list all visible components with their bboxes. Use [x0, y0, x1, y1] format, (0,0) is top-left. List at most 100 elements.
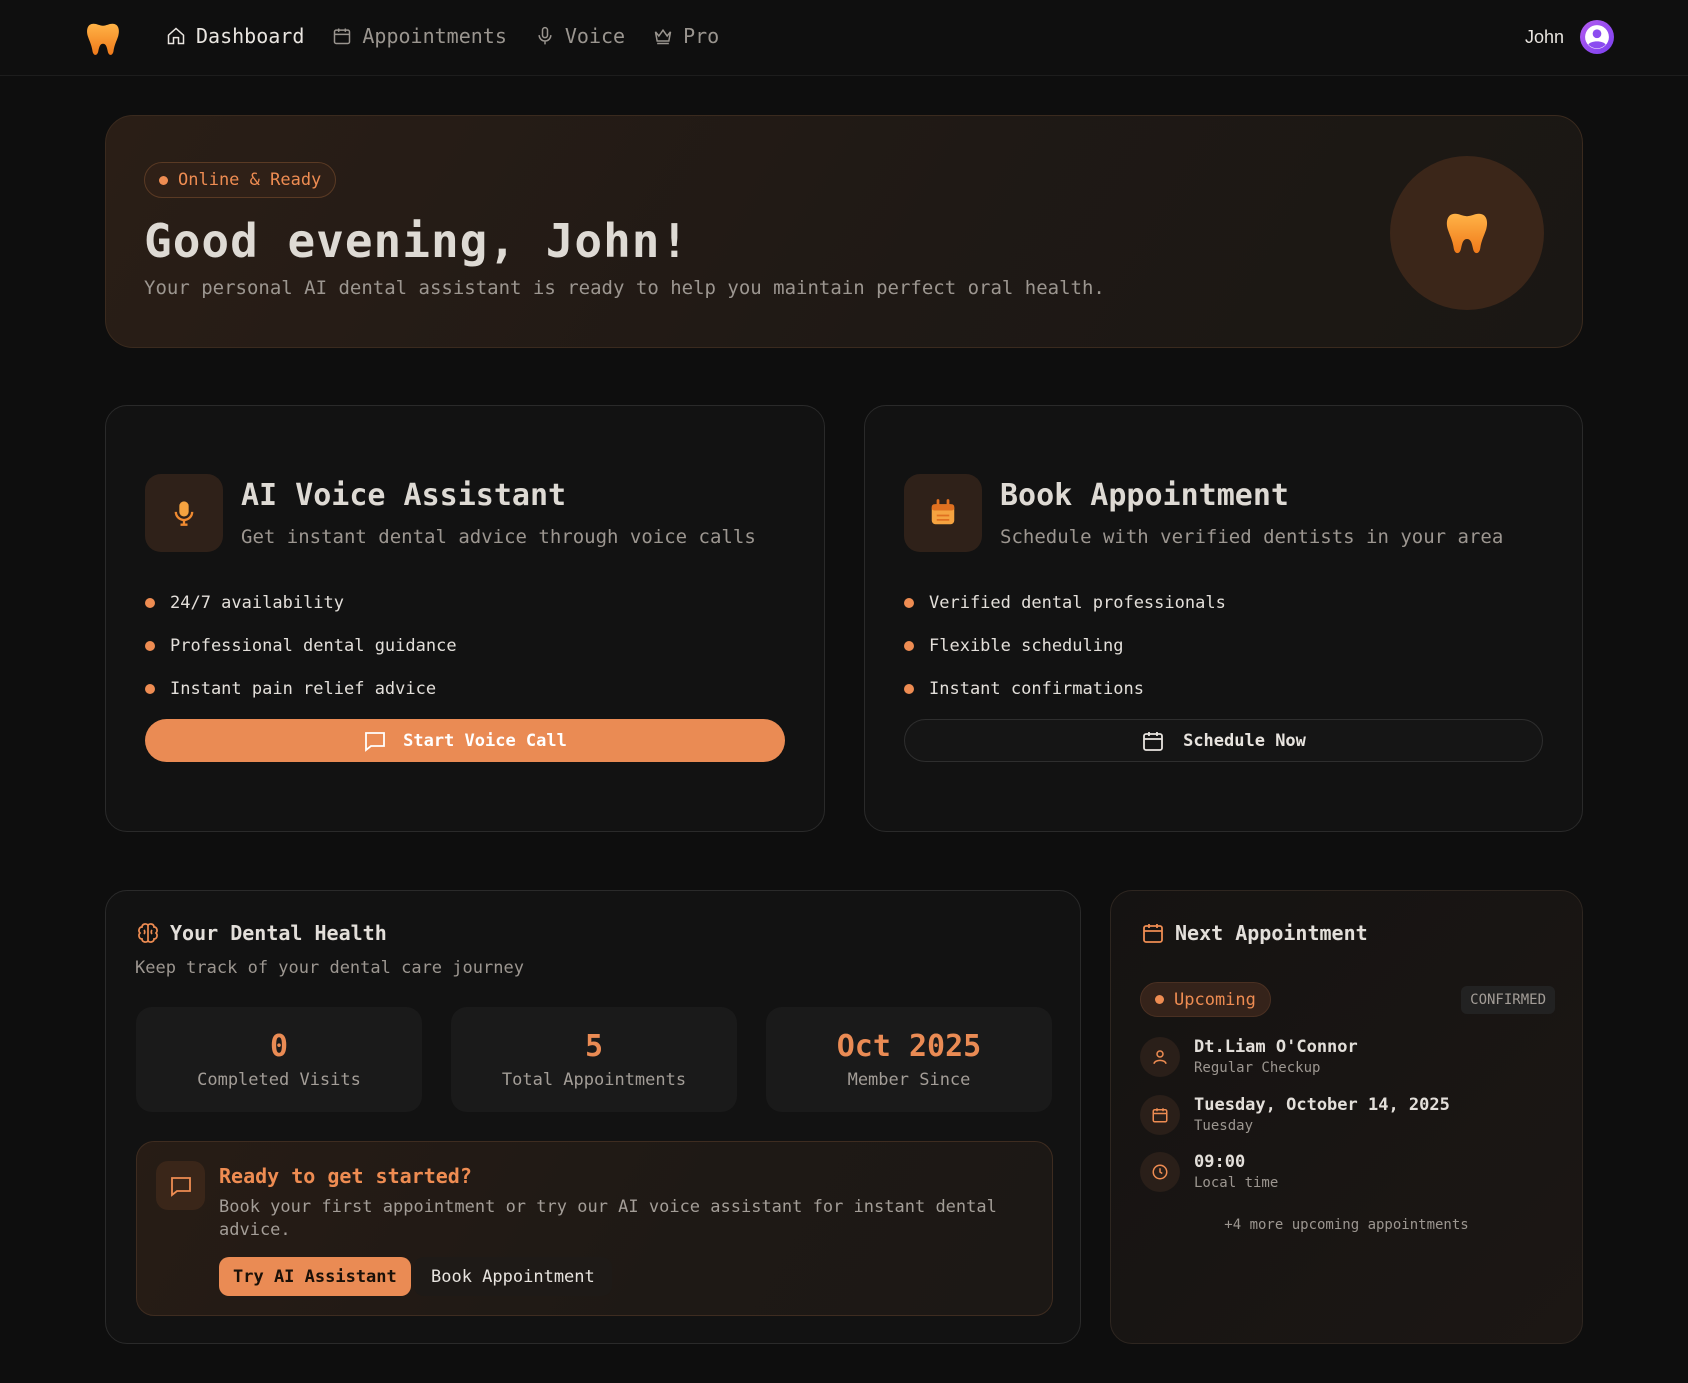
appointment-time-row: 09:00 Local time	[1140, 1152, 1278, 1192]
stat-value: 5	[584, 1029, 604, 1064]
welcome-banner: Online & Ready Good evening, John! Your …	[105, 115, 1583, 348]
brain-icon	[138, 923, 158, 943]
confirmed-badge: CONFIRMED	[1461, 986, 1555, 1014]
appointment-time: 09:00	[1194, 1152, 1246, 1172]
calendar-tile	[904, 474, 982, 552]
calendar-icon	[1152, 1108, 1168, 1123]
schedule-now-button[interactable]: Schedule Now	[904, 719, 1543, 762]
stat-label: Total Appointments	[501, 1070, 687, 1090]
list-item: 24/7 availability	[145, 581, 457, 624]
tooth-logo-icon[interactable]	[84, 20, 122, 58]
person-icon-wrap	[1140, 1037, 1180, 1077]
nav-appointments[interactable]: Appointments	[332, 24, 507, 48]
voice-feature-list: 24/7 availability Professional dental gu…	[145, 581, 457, 710]
chat-bubble-icon	[170, 1176, 191, 1197]
schedule-now-label: Schedule Now	[1183, 730, 1306, 751]
feature-text: Flexible scheduling	[929, 635, 1124, 656]
avatar[interactable]	[1580, 20, 1614, 54]
doctor-name: Dt.Liam O'Connor	[1194, 1037, 1358, 1057]
status-badge: Online & Ready	[144, 162, 337, 198]
next-appointment-header: Next Appointment	[1141, 921, 1368, 945]
dental-health-panel: Your Dental Health Keep track of your de…	[105, 890, 1081, 1344]
nav-voice-label: Voice	[564, 24, 626, 48]
feature-text: Instant confirmations	[929, 678, 1144, 699]
bullet-icon	[904, 640, 914, 651]
book-card-subtitle: Schedule with verified dentists in your …	[1000, 526, 1504, 548]
microphone-tile	[145, 474, 223, 552]
list-item: Instant pain relief advice	[145, 667, 457, 710]
voice-card-subtitle: Get instant dental advice through voice …	[241, 526, 756, 548]
list-item: Verified dental professionals	[904, 581, 1226, 624]
status-text: Online & Ready	[178, 170, 322, 190]
bullet-icon	[904, 683, 914, 694]
feature-text: Professional dental guidance	[170, 635, 457, 656]
nav-appointments-label: Appointments	[362, 24, 507, 48]
greeting-subtitle: Your personal AI dental assistant is rea…	[144, 277, 1105, 299]
user-icon	[1585, 25, 1609, 49]
stat-value: Oct 2025	[836, 1029, 982, 1064]
appointment-weekday: Tuesday	[1194, 1118, 1254, 1134]
clock-icon	[1152, 1164, 1168, 1180]
next-appointment-title: Next Appointment	[1175, 921, 1368, 945]
top-nav: Dashboard Appointments Voice Pro John	[0, 0, 1688, 76]
book-appointment-card: Book Appointment Schedule with verified …	[864, 405, 1583, 832]
dental-health-subtitle: Keep track of your dental care journey	[135, 958, 524, 978]
nav-dashboard[interactable]: Dashboard	[166, 24, 304, 48]
book-appointment-button[interactable]: Book Appointment	[414, 1257, 612, 1296]
bullet-icon	[145, 640, 155, 651]
nav-pro[interactable]: Pro	[653, 24, 719, 48]
feature-text: Instant pain relief advice	[170, 678, 437, 699]
appointment-type: Regular Checkup	[1194, 1060, 1321, 1076]
start-voice-call-button[interactable]: Start Voice Call	[145, 719, 785, 762]
appointment-date-row: Tuesday, October 14, 2025 Tuesday	[1140, 1095, 1450, 1135]
upcoming-badge: Upcoming	[1140, 982, 1271, 1017]
start-voice-call-label: Start Voice Call	[403, 730, 567, 751]
stat-completed-visits: 0 Completed Visits	[136, 1007, 422, 1112]
feature-text: 24/7 availability	[170, 592, 344, 613]
calendar-icon	[334, 28, 351, 45]
try-ai-assistant-button[interactable]: Try AI Assistant	[219, 1257, 411, 1296]
get-started-callout: Ready to get started? Book your first ap…	[136, 1141, 1053, 1316]
upcoming-text: Upcoming	[1174, 989, 1256, 1010]
calendar-icon	[1143, 924, 1163, 943]
mic-icon	[538, 26, 552, 45]
tooth-icon	[1446, 213, 1488, 254]
user-menu[interactable]: John	[1525, 20, 1614, 54]
list-item: Professional dental guidance	[145, 624, 457, 667]
person-icon	[1153, 1050, 1167, 1065]
appointment-date: Tuesday, October 14, 2025	[1194, 1095, 1450, 1115]
callout-title: Ready to get started?	[219, 1164, 472, 1188]
voice-card-title: AI Voice Assistant	[241, 478, 567, 513]
more-appointments-link[interactable]: +4 more upcoming appointments	[1111, 1217, 1582, 1233]
greeting-title: Good evening, John!	[144, 214, 690, 268]
stat-label: Completed Visits	[197, 1070, 361, 1090]
next-appointment-panel: Next Appointment Upcoming CONFIRMED Dt.L…	[1110, 890, 1583, 1344]
crown-icon	[654, 28, 672, 45]
voice-assistant-card: AI Voice Assistant Get instant dental ad…	[105, 405, 825, 832]
nav-voice[interactable]: Voice	[535, 24, 625, 48]
nav-pro-label: Pro	[683, 24, 720, 48]
stats-row: 0 Completed Visits 5 Total Appointments …	[136, 1007, 1052, 1112]
chat-bubble-icon	[365, 731, 386, 752]
status-dot-icon	[159, 175, 168, 185]
feature-text: Verified dental professionals	[929, 592, 1226, 613]
appointment-time-note: Local time	[1194, 1175, 1279, 1191]
user-name: John	[1524, 26, 1564, 47]
bullet-icon	[145, 597, 155, 608]
callout-text: Book your first appointment or try our A…	[219, 1197, 997, 1240]
date-icon-wrap	[1140, 1095, 1180, 1135]
bullet-icon	[904, 597, 914, 608]
stat-label: Member Since	[847, 1070, 971, 1090]
nav-dashboard-label: Dashboard	[196, 24, 305, 48]
tooth-badge	[1390, 156, 1544, 310]
home-icon	[167, 27, 185, 45]
microphone-icon	[174, 501, 194, 526]
status-dot-icon	[1155, 995, 1164, 1004]
dental-health-header: Your Dental Health	[136, 921, 387, 945]
dental-health-title: Your Dental Health	[170, 921, 387, 945]
list-item: Instant confirmations	[904, 667, 1226, 710]
clock-icon-wrap	[1140, 1152, 1180, 1192]
book-feature-list: Verified dental professionals Flexible s…	[904, 581, 1226, 710]
list-item: Flexible scheduling	[904, 624, 1226, 667]
calendar-icon	[931, 499, 955, 525]
